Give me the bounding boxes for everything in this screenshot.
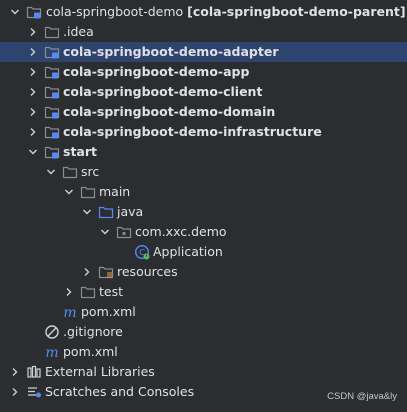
chevron-down-icon[interactable] — [82, 207, 92, 217]
chevron-right-icon[interactable] — [28, 107, 38, 117]
chevron-right-icon[interactable] — [28, 127, 38, 137]
chevron-right-icon[interactable] — [10, 387, 20, 397]
spring-boot-class-icon: C — [134, 244, 150, 260]
tree-row-start-pom[interactable]: m pom.xml — [0, 302, 407, 322]
app-module-label: cola-springboot-demo-app — [63, 64, 250, 79]
infrastructure-module-label: cola-springboot-demo-infrastructure — [63, 124, 322, 139]
module-folder-icon — [44, 124, 60, 140]
adapter-module-label: cola-springboot-demo-adapter — [63, 44, 279, 59]
main-folder-label: main — [99, 184, 131, 199]
java-folder-label: java — [117, 204, 144, 219]
client-module-label: cola-springboot-demo-client — [63, 84, 263, 99]
tree-row-application[interactable]: C Application — [0, 242, 407, 262]
tree-row-domain[interactable]: cola-springboot-demo-domain — [0, 102, 407, 122]
folder-icon — [62, 164, 78, 180]
tree-row-adapter[interactable]: cola-springboot-demo-adapter — [0, 42, 407, 62]
chevron-down-icon[interactable] — [64, 187, 74, 197]
tree-row-client[interactable]: cola-springboot-demo-client — [0, 82, 407, 102]
chevron-down-icon[interactable] — [46, 167, 56, 177]
chevron-right-icon[interactable] — [10, 367, 20, 377]
module-folder-icon — [44, 144, 60, 160]
tree-row-package[interactable]: com.xxc.demo — [0, 222, 407, 242]
folder-icon — [44, 24, 60, 40]
tree-row-resources[interactable]: resources — [0, 262, 407, 282]
tree-row-gitignore[interactable]: .gitignore — [0, 322, 407, 342]
tree-row-src[interactable]: src — [0, 162, 407, 182]
resources-folder-icon — [98, 264, 114, 280]
svg-text:m: m — [63, 305, 76, 320]
chevron-right-icon[interactable] — [28, 27, 38, 37]
folder-icon — [80, 184, 96, 200]
tree-row-external-libraries[interactable]: External Libraries — [0, 362, 407, 382]
watermark: CSDN @java&ly — [327, 391, 397, 402]
maven-icon: m — [62, 304, 78, 320]
source-folder-icon — [98, 204, 114, 220]
scratches-icon — [26, 384, 42, 400]
tree-row-test[interactable]: test — [0, 282, 407, 302]
root-pom-label: pom.xml — [63, 344, 118, 359]
src-folder-label: src — [81, 164, 100, 179]
tree-row-root[interactable]: cola-springboot-demo [cola-springboot-de… — [0, 2, 407, 22]
external-libraries-label: External Libraries — [45, 364, 155, 379]
idea-folder-label: idea — [66, 24, 94, 39]
application-class-label: Application — [153, 244, 223, 259]
gitignore-label: gitignore — [66, 324, 123, 339]
tree-row-app[interactable]: cola-springboot-demo-app — [0, 62, 407, 82]
resources-folder-label: resources — [117, 264, 178, 279]
chevron-down-icon[interactable] — [10, 7, 20, 17]
root-project-name: cola-springboot-demo — [46, 4, 184, 19]
tree-row-java[interactable]: java — [0, 202, 407, 222]
module-folder-icon — [44, 84, 60, 100]
tree-row-idea[interactable]: .idea — [0, 22, 407, 42]
ignore-file-icon — [44, 324, 60, 340]
module-folder-icon — [26, 4, 42, 20]
test-folder-label: test — [99, 284, 124, 299]
chevron-right-icon[interactable] — [28, 47, 38, 57]
folder-icon — [80, 284, 96, 300]
start-module-label: start — [63, 144, 97, 159]
domain-module-label: cola-springboot-demo-domain — [63, 104, 276, 119]
svg-text:m: m — [45, 345, 58, 360]
chevron-right-icon[interactable] — [64, 287, 74, 297]
module-folder-icon — [44, 64, 60, 80]
chevron-right-icon[interactable] — [28, 87, 38, 97]
scratches-label: Scratches and Consoles — [45, 384, 195, 399]
module-folder-icon — [44, 104, 60, 120]
module-folder-icon — [44, 44, 60, 60]
package-label: com.xxc.demo — [135, 224, 227, 239]
chevron-down-icon[interactable] — [100, 227, 110, 237]
tree-row-main[interactable]: main — [0, 182, 407, 202]
library-icon — [26, 364, 42, 380]
tree-row-infrastructure[interactable]: cola-springboot-demo-infrastructure — [0, 122, 407, 142]
root-project-parent: [cola-springboot-demo-parent] — [187, 4, 406, 19]
chevron-right-icon[interactable] — [82, 267, 92, 277]
tree-row-start[interactable]: start — [0, 142, 407, 162]
chevron-right-icon[interactable] — [28, 67, 38, 77]
start-pom-label: pom.xml — [81, 304, 136, 319]
maven-icon: m — [44, 344, 60, 360]
package-icon — [116, 224, 132, 240]
chevron-down-icon[interactable] — [28, 147, 38, 157]
tree-row-root-pom[interactable]: m pom.xml — [0, 342, 407, 362]
